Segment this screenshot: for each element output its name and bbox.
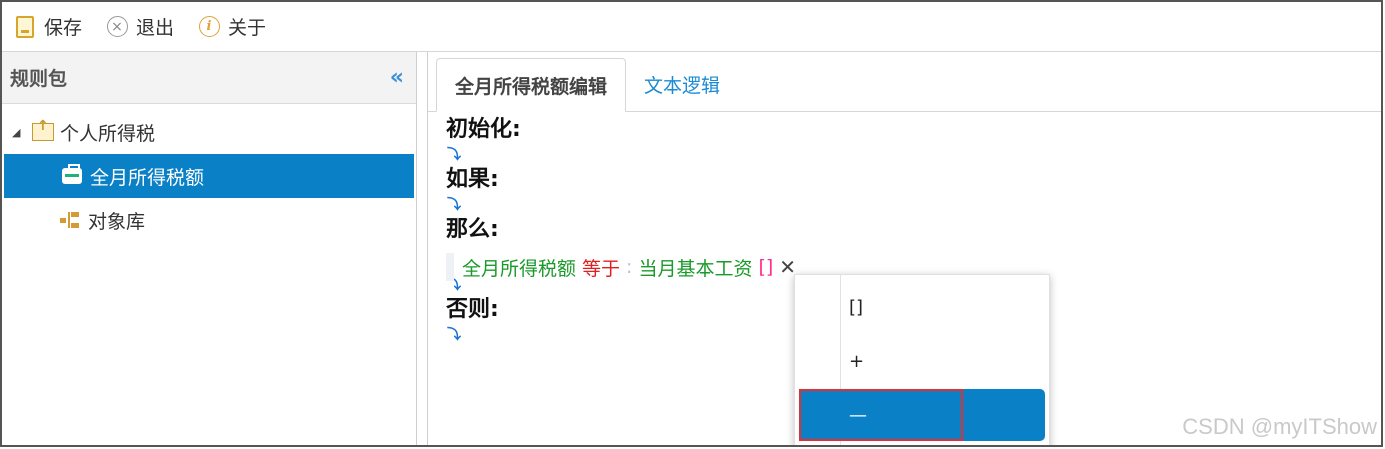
app-window: 保存 × 退出 i 关于 规则包 « ◢ 个人所得税 全月所得税额 <box>0 0 1383 447</box>
rule-package-panel: 规则包 « ◢ 个人所得税 全月所得税额 对象库 <box>2 52 417 445</box>
tab-bar: 全月所得税额编辑 文本逻辑 <box>428 52 1381 112</box>
add-init-arrow-icon[interactable]: ⤵ <box>446 144 521 166</box>
library-tree-icon <box>60 211 80 229</box>
then-action-row: 全月所得税额 等于 : 当月基本工资 [] ✕ <box>446 252 796 282</box>
tab-editor[interactable]: 全月所得税额编辑 <box>436 58 627 112</box>
rule-tree: ◢ 个人所得税 全月所得税额 对象库 <box>2 104 416 242</box>
section-init: 初始化: <box>446 117 521 142</box>
save-icon <box>14 15 36 38</box>
section-if: 如果: <box>446 167 499 192</box>
panel-header: 规则包 « <box>2 52 416 104</box>
left-variable[interactable]: 全月所得税额 <box>462 254 576 281</box>
action-handle[interactable] <box>446 253 454 281</box>
folder-upload-icon <box>32 118 54 141</box>
add-if-arrow-icon[interactable]: ⤵ <box>446 194 521 216</box>
expand-triangle-icon[interactable]: ◢ <box>12 126 32 139</box>
tree-node-label: 全月所得税额 <box>90 166 205 189</box>
colon-separator: : <box>626 256 633 278</box>
toolbar: 保存 × 退出 i 关于 <box>2 2 1381 52</box>
package-icon <box>62 164 82 184</box>
bracket-operator[interactable]: [] <box>758 256 773 278</box>
save-button[interactable]: 保存 <box>14 13 82 40</box>
section-else: 否则: <box>446 297 499 322</box>
panel-title: 规则包 <box>10 68 68 90</box>
menu-item-brackets[interactable]: [] <box>795 281 1049 333</box>
tree-node-label: 对象库 <box>88 210 146 233</box>
right-variable[interactable]: 当月基本工资 <box>638 254 752 281</box>
operator-dropdown: [] + — <box>794 274 1050 445</box>
tree-node-object-library[interactable]: 对象库 <box>2 198 416 242</box>
exit-icon: × <box>106 16 128 38</box>
exit-label: 退出 <box>136 17 175 39</box>
add-else-arrow-icon[interactable]: ⤵ <box>446 324 521 346</box>
save-label: 保存 <box>44 17 83 39</box>
exit-button[interactable]: × 退出 <box>106 13 174 40</box>
menu-item-plus[interactable]: + <box>795 335 1049 387</box>
tree-node-label: 个人所得税 <box>60 122 156 145</box>
info-icon: i <box>198 16 220 38</box>
tree-node-monthly-tax[interactable]: 全月所得税额 <box>4 154 414 198</box>
menu-item-minus[interactable]: — <box>800 389 1045 441</box>
collapse-icon[interactable]: « <box>390 65 404 90</box>
tab-text-logic[interactable]: 文本逻辑 <box>626 57 738 111</box>
rule-editor: 初始化: ⤵ 如果: ⤵ 那么: ⤵ 否则: ⤵ 全月所得税额 等于 : 当月基… <box>446 116 796 346</box>
watermark: CSDN @myITShow <box>1182 414 1377 439</box>
about-button[interactable]: i 关于 <box>198 13 266 40</box>
about-label: 关于 <box>228 17 267 39</box>
operator[interactable]: 等于 <box>582 254 620 281</box>
tree-node-root[interactable]: ◢ 个人所得税 <box>2 110 416 154</box>
section-then: 那么: <box>446 217 499 242</box>
